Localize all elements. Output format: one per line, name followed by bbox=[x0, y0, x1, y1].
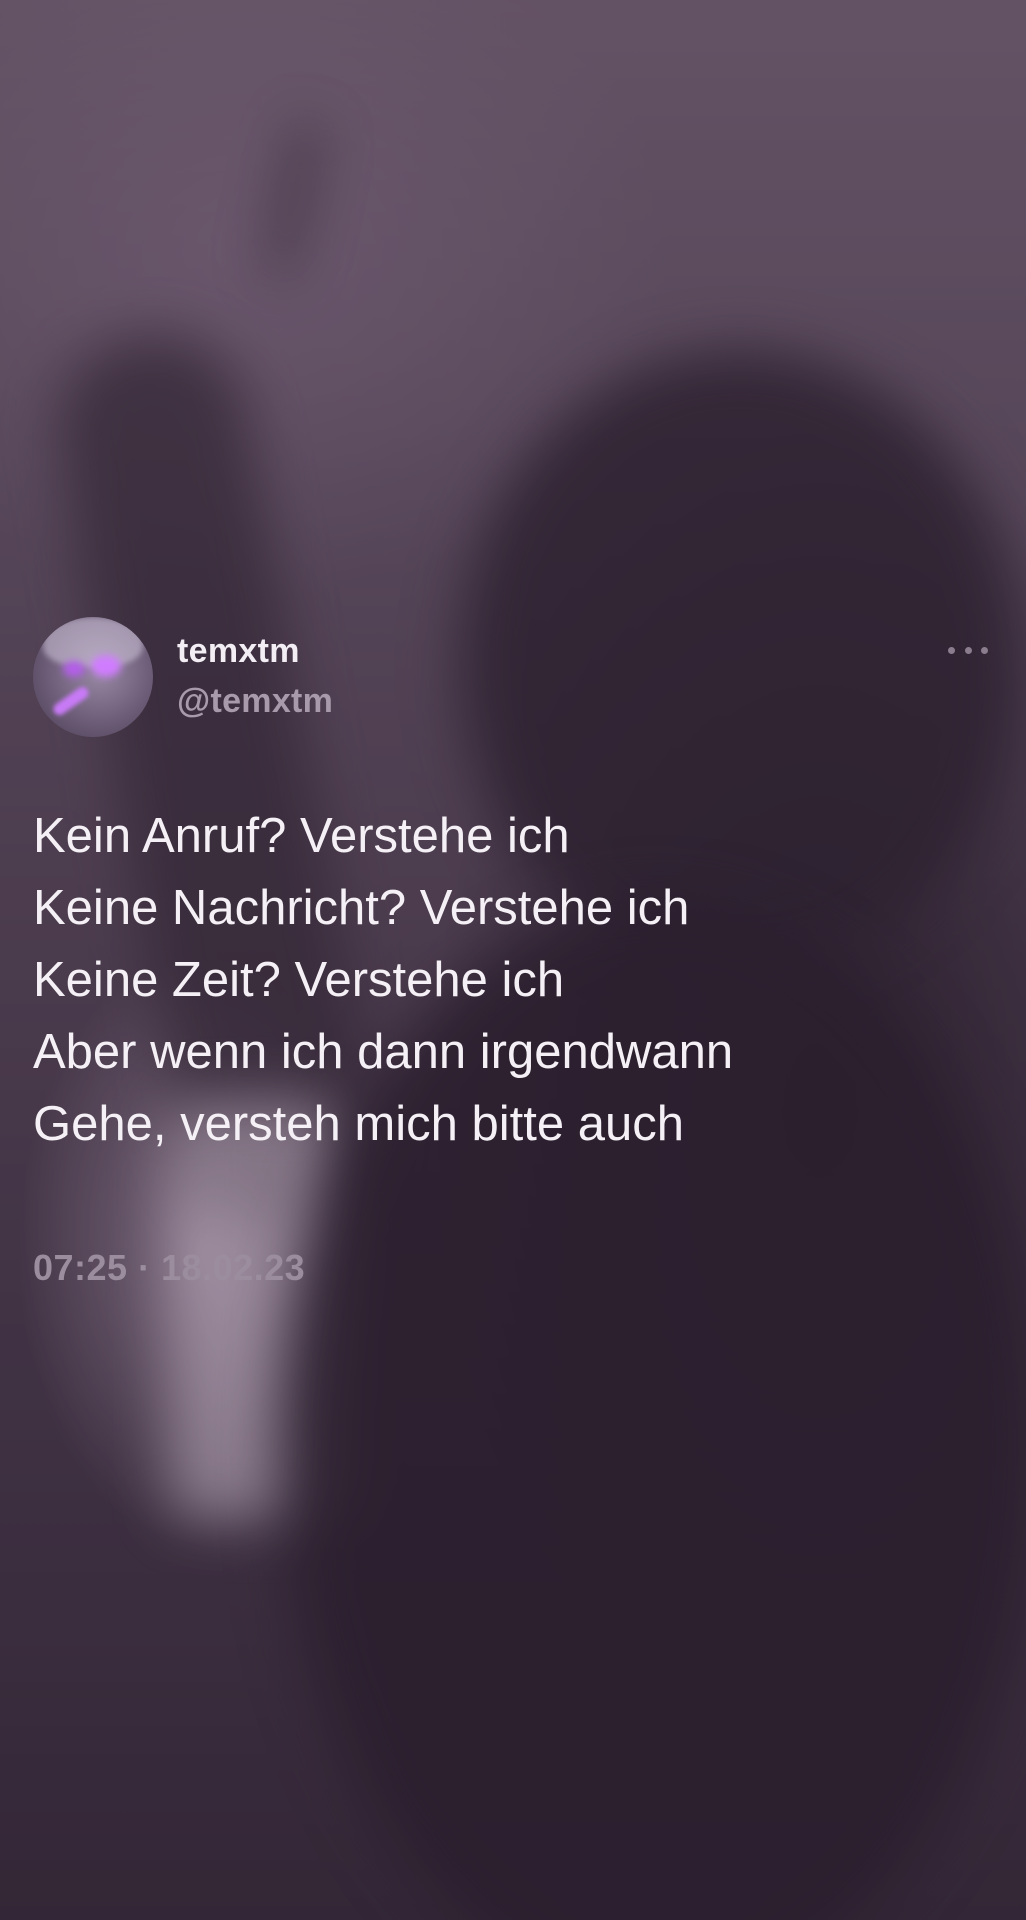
avatar-glow bbox=[91, 655, 121, 677]
tweet-line: Keine Nachricht? Verstehe ich bbox=[33, 881, 690, 935]
tweet-line: Kein Anruf? Verstehe ich bbox=[33, 809, 570, 863]
tweet-text: Kein Anruf? Verstehe ich Keine Nachricht… bbox=[33, 800, 993, 1160]
tweet-line: Aber wenn ich dann irgendwann bbox=[33, 1025, 734, 1079]
display-name[interactable]: temxtm bbox=[177, 632, 300, 671]
tweet-line: Keine Zeit? Verstehe ich bbox=[33, 953, 565, 1007]
avatar[interactable] bbox=[33, 617, 153, 737]
dot bbox=[948, 646, 955, 654]
tweet-card: temxtm @temxtm Kein Anruf? Verstehe ich … bbox=[0, 0, 1026, 1920]
user-handle[interactable]: @temxtm bbox=[177, 682, 333, 721]
tweet-line: Gehe, versteh mich bitte auch bbox=[33, 1097, 684, 1151]
tweet-timestamp: 07:25 · 18.02.23 bbox=[33, 1247, 306, 1288]
avatar-glow bbox=[63, 661, 85, 677]
dot bbox=[981, 646, 988, 654]
dot bbox=[964, 646, 972, 654]
more-horizontal-icon[interactable] bbox=[948, 638, 988, 662]
avatar-glow bbox=[51, 684, 91, 718]
background-photo: temxtm @temxtm Kein Anruf? Verstehe ich … bbox=[0, 0, 1026, 1920]
